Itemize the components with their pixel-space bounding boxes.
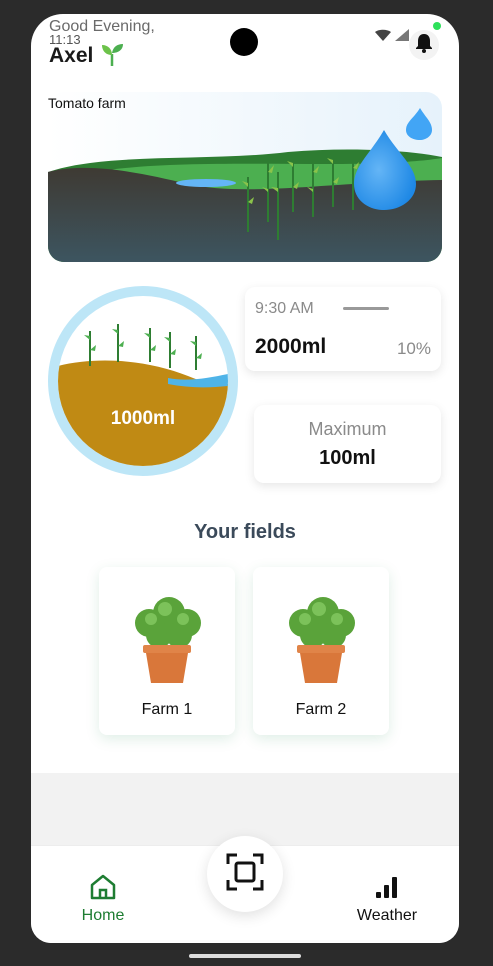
farm-banner[interactable] xyxy=(48,92,442,262)
schedule-card[interactable]: 9:30 AM 2000ml 10% xyxy=(245,287,441,371)
wifi-icon xyxy=(375,28,395,44)
schedule-percent: 10% xyxy=(396,339,431,358)
farm-illustration xyxy=(48,92,442,262)
camera-cutout xyxy=(230,28,258,56)
gauge-inner: 1000ml xyxy=(58,296,228,466)
nav-home[interactable]: Home xyxy=(53,874,153,925)
water-gauge: 1000ml xyxy=(48,286,238,476)
potted-plant-icon xyxy=(135,597,201,683)
signal-bars-icon xyxy=(374,877,400,904)
sprout-icon xyxy=(99,44,125,67)
maximum-value: 100ml xyxy=(319,447,376,469)
card-divider xyxy=(343,307,389,310)
content-spacer xyxy=(31,773,459,845)
scan-icon xyxy=(225,852,265,897)
bell-icon xyxy=(415,33,433,58)
gauge-value: 1000ml xyxy=(110,408,176,429)
nav-weather-label: Weather xyxy=(356,907,418,924)
status-icons xyxy=(375,28,409,44)
phone-screen: Good Evening, 11:13 Axel Tomato farm 100… xyxy=(31,14,459,943)
home-indicator[interactable] xyxy=(189,954,301,958)
field-card-farm-2[interactable]: Farm 2 xyxy=(253,567,389,735)
username-text: Axel xyxy=(49,44,94,67)
schedule-amount: 2000ml xyxy=(255,335,327,358)
home-icon xyxy=(89,874,117,904)
maximum-label: Maximum xyxy=(308,419,387,439)
field-card-farm-1[interactable]: Farm 1 xyxy=(99,567,235,735)
notification-button[interactable] xyxy=(409,30,439,60)
farm-title: Tomato farm xyxy=(48,95,126,111)
potted-plant-icon xyxy=(289,597,355,683)
bottom-nav: Home Weather xyxy=(31,836,459,943)
nav-weather[interactable]: Weather xyxy=(337,874,437,925)
nav-home-label: Home xyxy=(81,907,125,924)
gauge-illustration xyxy=(58,324,228,466)
field-name: Farm 2 xyxy=(295,701,347,718)
maximum-card[interactable]: Maximum 100ml xyxy=(254,405,441,483)
username: Axel xyxy=(49,42,125,68)
fields-title: Your fields xyxy=(194,521,296,543)
signal-icon xyxy=(395,28,409,44)
scan-button[interactable] xyxy=(207,836,283,912)
schedule-time: 9:30 AM xyxy=(255,300,314,317)
field-name: Farm 1 xyxy=(141,701,193,718)
notification-dot xyxy=(433,22,441,30)
